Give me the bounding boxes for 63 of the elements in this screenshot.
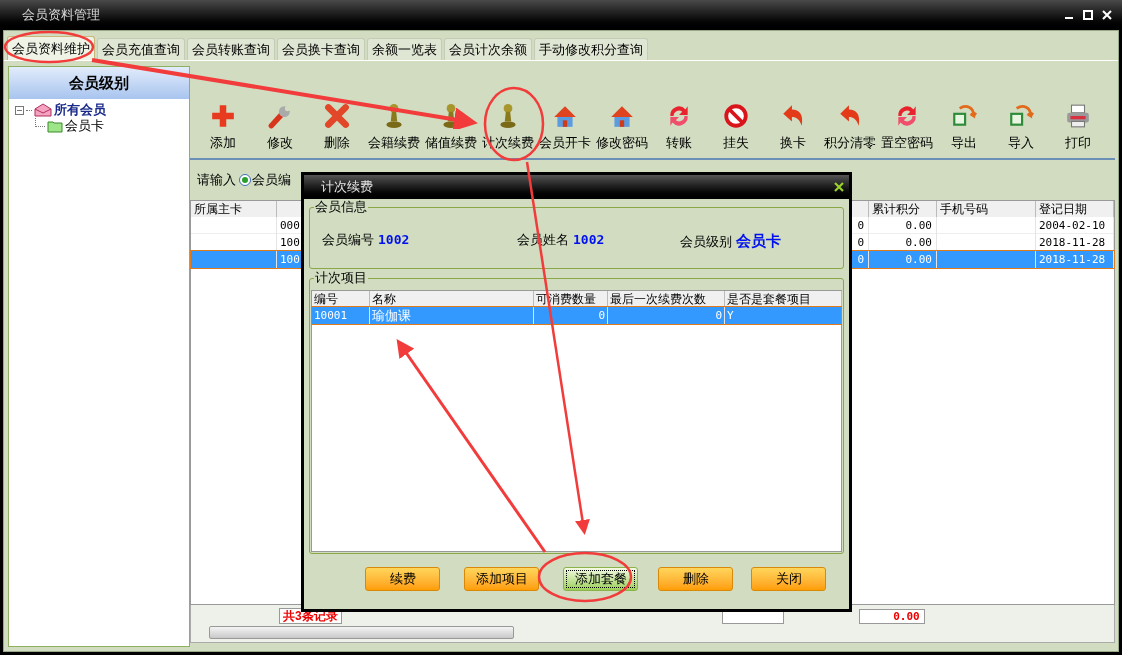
total-value: 0.00 [858, 609, 925, 624]
group-title: 计次项目 [314, 270, 368, 286]
radio-option[interactable]: 会员编 [239, 170, 291, 190]
printer-icon [1064, 103, 1091, 129]
expander-icon[interactable] [15, 105, 24, 115]
window-title: 会员资料管理 [22, 6, 100, 25]
sidebar-header: 会员级别 [9, 67, 189, 99]
plus-icon [209, 103, 236, 129]
dialog-button[interactable]: 添加项目 [464, 567, 539, 591]
toolbar-button[interactable]: 转账 [650, 94, 707, 158]
toolbar-button[interactable]: 会籍续费 [365, 94, 422, 158]
toolbar-button[interactable]: 换卡 [764, 94, 821, 158]
spreadsheet-arrow-icon [950, 103, 977, 129]
column-header[interactable]: 手机号码 [937, 201, 1036, 217]
tab[interactable]: 会员充值查询 [97, 38, 185, 60]
field-label: 会员级别 [680, 232, 732, 251]
dialog-button[interactable]: 关闭 [751, 567, 826, 591]
toolbar-button[interactable]: 积分清零 [821, 94, 878, 158]
column-header[interactable]: 登记日期 [1036, 201, 1114, 217]
radio-button[interactable] [239, 174, 251, 186]
toolbar-button[interactable]: 删除 [308, 94, 365, 158]
table-cell: 10001 [312, 307, 370, 324]
toolbar-button[interactable]: 修改密码 [593, 94, 650, 158]
toolbar-button[interactable]: 导入 [992, 94, 1049, 158]
toolbar-button[interactable]: 储值续费 [422, 94, 479, 158]
table-cell: 0 [534, 307, 608, 324]
toolbar-button[interactable]: 添加 [194, 94, 251, 158]
wrench-icon [266, 103, 293, 129]
tab[interactable]: 会员资料维护 [7, 36, 95, 60]
dialog-button[interactable]: 添加套餐 [563, 567, 638, 591]
column-header[interactable]: 所属主卡 [191, 201, 277, 217]
tab[interactable]: 会员计次余额 [444, 38, 532, 60]
table-cell: Y [725, 307, 842, 324]
spreadsheet-arrow-icon [1007, 103, 1034, 129]
dialog-title: 计次续费 [321, 178, 373, 197]
table-cell: 瑜伽课 [370, 307, 534, 324]
table-cell: 2018-11-28 [1036, 251, 1114, 268]
dialog-button[interactable]: 续费 [365, 567, 440, 591]
horizontal-scrollbar[interactable] [209, 626, 514, 639]
table-cell: 0.00 [869, 217, 937, 234]
toolbar-button[interactable]: 会员开卡 [536, 94, 593, 158]
tab[interactable]: 手动修改积分查询 [534, 38, 648, 60]
toolbar-button[interactable]: 置空密码 [878, 94, 935, 158]
tab[interactable]: 余额一览表 [367, 38, 442, 60]
maximize-icon[interactable] [1083, 10, 1093, 20]
table-cell: 0.00 [869, 251, 937, 268]
column-header[interactable]: 累计积分 [869, 201, 937, 217]
mail-folder-icon [34, 103, 52, 117]
toolbar-button[interactable]: 挂失 [707, 94, 764, 158]
search-label: 请输入 [197, 171, 236, 190]
toolbar-button[interactable]: 导出 [935, 94, 992, 158]
dialog-button[interactable]: 删除 [658, 567, 733, 591]
table-cell: 2004-02-10 [1036, 217, 1114, 234]
table-cell: 0 [608, 307, 725, 324]
group-title: 会员信息 [314, 199, 368, 215]
tab[interactable]: 会员换卡查询 [277, 38, 365, 60]
cross-icon [323, 103, 350, 129]
toolbar-button[interactable]: 修改 [251, 94, 308, 158]
close-icon[interactable] [834, 182, 844, 192]
prohibited-icon [722, 103, 749, 129]
toolbar-button[interactable]: 打印 [1049, 94, 1106, 158]
tab[interactable]: 会员转账查询 [187, 38, 275, 60]
folder-icon [47, 119, 63, 133]
